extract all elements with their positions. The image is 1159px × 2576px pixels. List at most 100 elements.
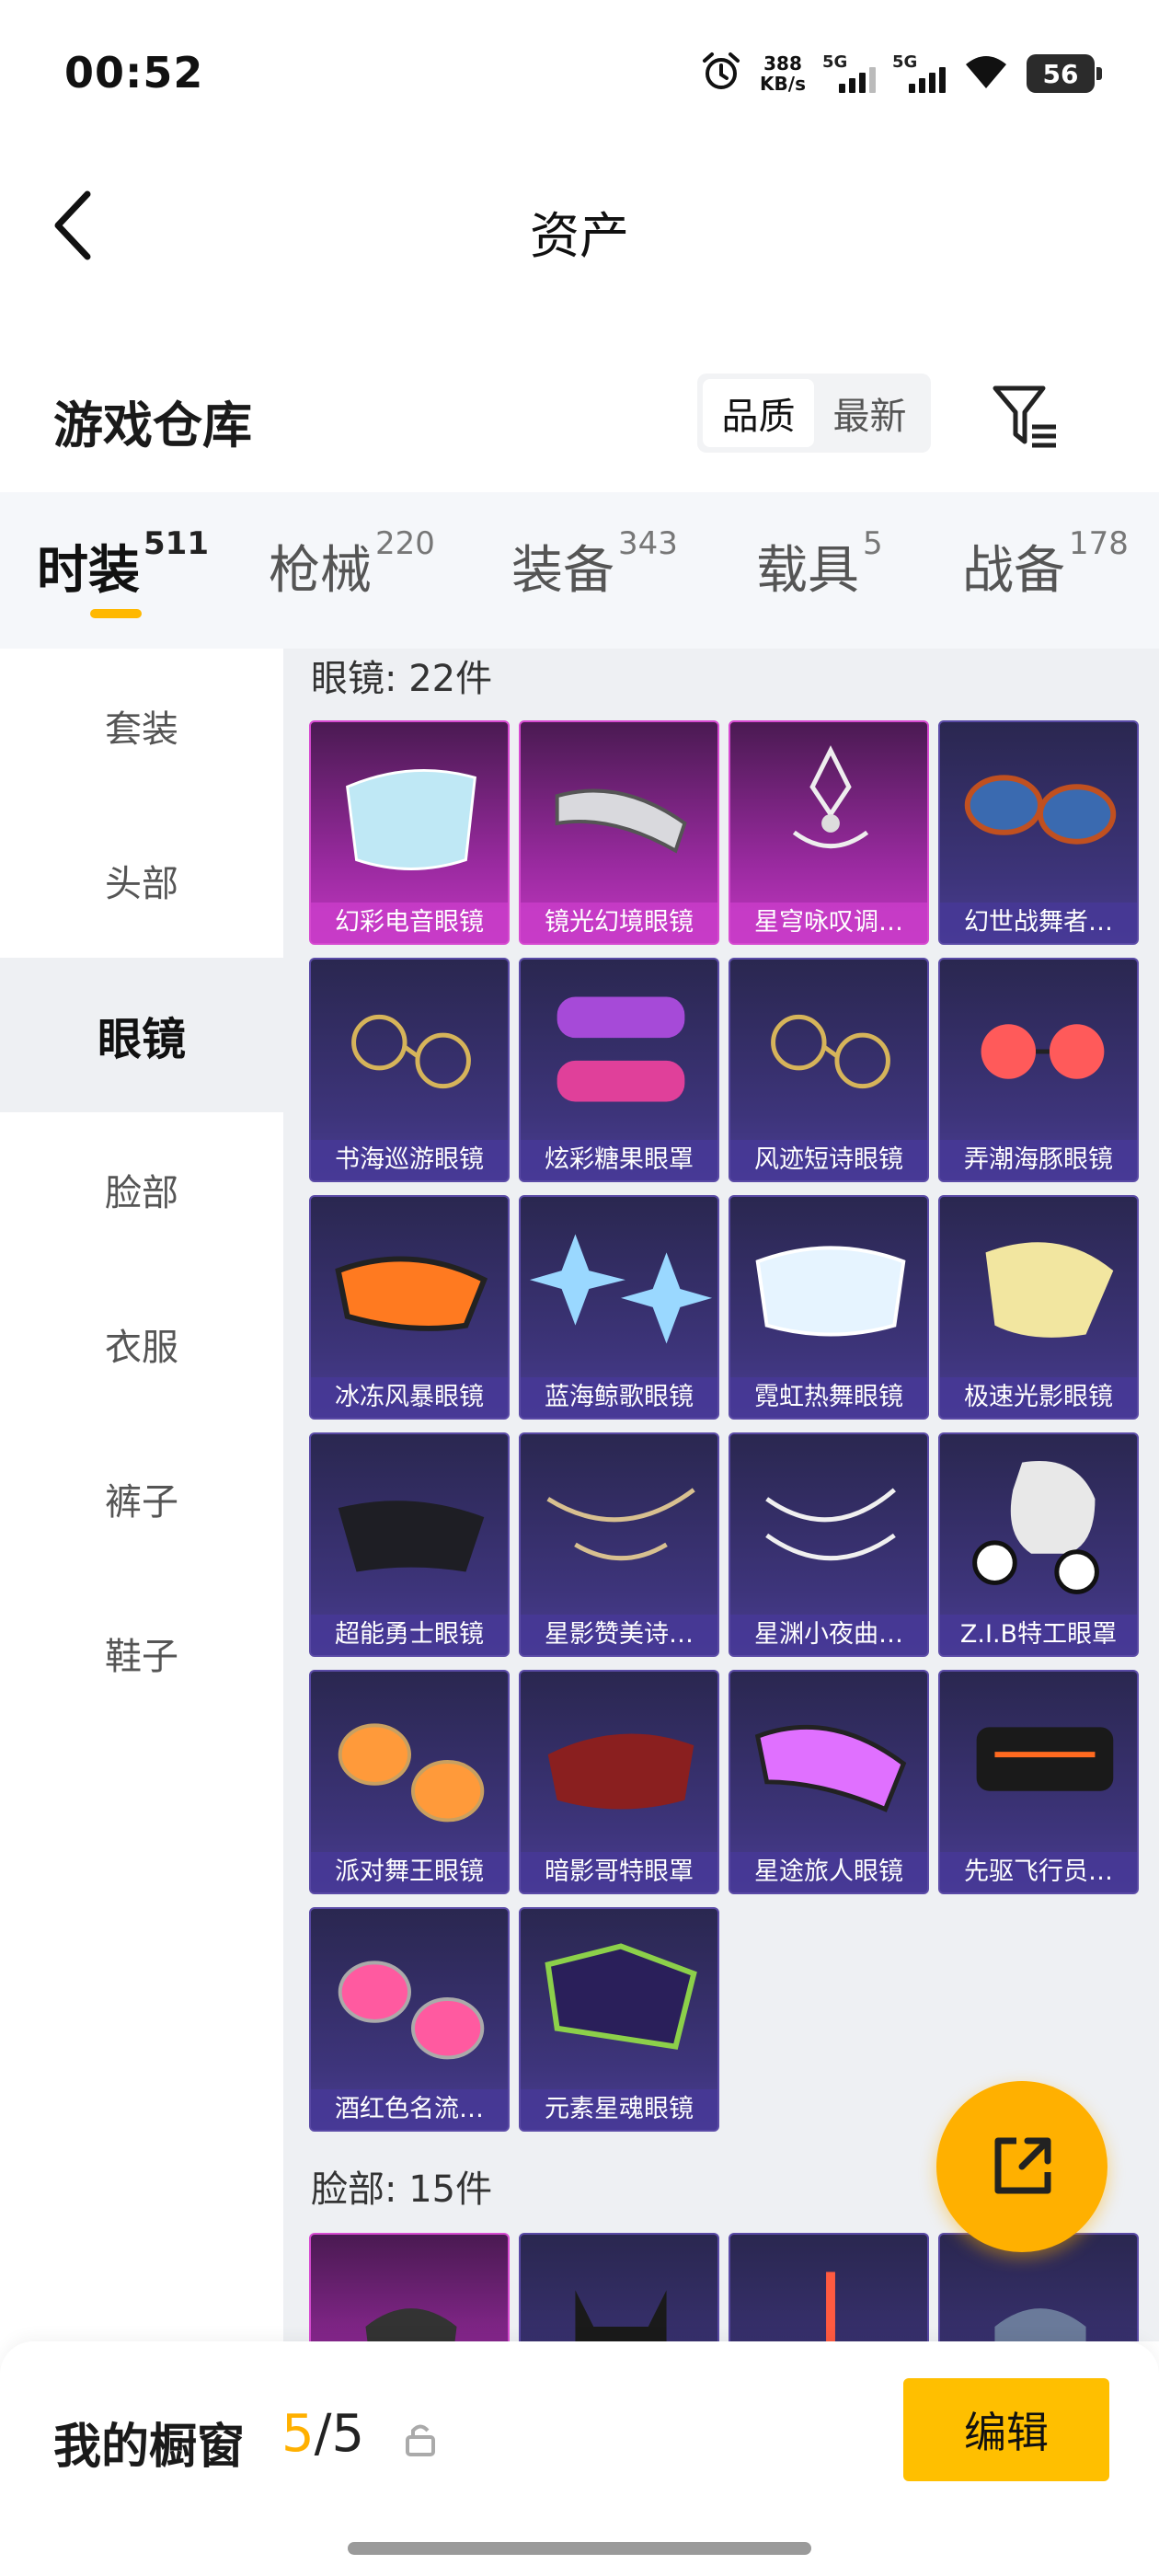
glasses-item-card[interactable]: 风迹短诗眼镜 [729,958,929,1182]
glasses-item-card[interactable]: 星渊小夜曲… [729,1432,929,1657]
sidebar-item-glasses[interactable]: 眼镜 [0,958,283,1112]
glasses-item-card[interactable]: 星影赞美诗… [519,1432,719,1657]
tab-equipment[interactable]: 装备 343 [511,525,678,604]
filter-button[interactable] [990,381,1063,451]
snorkel-icon [730,2235,927,2341]
glasses-item-card[interactable]: 暗影哥特眼罩 [519,1670,719,1894]
speed-unit: KB/s [760,73,806,95]
glasses-item-name: 幻彩电音眼镜 [311,903,508,943]
band-visor-icon [521,722,717,906]
glasses-item-name: 镜光幻境眼镜 [521,903,717,943]
glasses-item-name: 派对舞王眼镜 [311,1852,508,1892]
red-round-glasses-icon [940,960,1137,1144]
glasses-item-card[interactable]: 星穹咏叹调… [729,720,929,945]
section-label-glasses: 眼镜: 22件 [311,658,493,700]
pink-visor-icon [730,1672,927,1856]
sport-glasses-icon [311,1197,508,1381]
signal-5g-icon-2: 5G [892,51,946,97]
glasses-item-name: 超能勇士眼镜 [311,1615,508,1655]
blindfold-icon [521,1672,717,1856]
glasses-item-card[interactable]: 极速光影眼镜 [938,1195,1139,1420]
tab-active-indicator [90,609,142,618]
glasses-item-card[interactable]: 先驱飞行员… [938,1670,1139,1894]
clock: 00:52 [64,48,204,98]
tab-count: 220 [375,525,435,562]
glasses-item-name: 星渊小夜曲… [730,1615,927,1655]
sidebar-item-suits[interactable]: 套装 [0,649,283,803]
glasses-item-name: Z.I.B特工眼罩 [940,1615,1137,1655]
tab-count: 5 [863,525,883,562]
glasses-item-card[interactable]: 霓虹热舞眼镜 [729,1195,929,1420]
tab-label: 装备 [511,541,614,601]
sidebar-item-head[interactable]: 头部 [0,803,283,958]
glasses-item-card[interactable]: 炫彩糖果眼罩 [519,958,719,1182]
aviator-icon [311,1672,508,1856]
sidebar-item-shoes[interactable]: 鞋子 [0,1576,283,1731]
glasses-item-card[interactable]: 幻彩电音眼镜 [309,720,510,945]
edit-button[interactable]: 编辑 [903,2378,1109,2481]
glasses-item-card[interactable]: 元素星魂眼镜 [519,1907,719,2132]
glasses-item-card[interactable]: 镜光幻境眼镜 [519,720,719,945]
glasses-item-card[interactable]: 派对舞王眼镜 [309,1670,510,1894]
glasses-item-card[interactable]: 弄潮海豚眼镜 [938,958,1139,1182]
glasses-item-card[interactable]: 酒红色名流… [309,1907,510,2132]
warehouse-title: 游戏仓库 [53,397,252,454]
tab-label: 枪械 [269,541,372,601]
sidebar-item-face[interactable]: 脸部 [0,1112,283,1267]
status-icons: 388 KB/s 5G 5G 56 [699,46,1102,101]
sidebar-item-clothes[interactable]: 衣服 [0,1267,283,1421]
glasses-item-card[interactable]: Z.I.B特工眼罩 [938,1432,1139,1657]
glasses-item-card[interactable]: 蓝海鲸歌眼镜 [519,1195,719,1420]
glasses-item-card[interactable]: 幻世战舞者… [938,720,1139,945]
tab-guns[interactable]: 枪械 220 [269,525,435,604]
star-glasses-icon [521,1197,717,1381]
tab-count: 343 [618,525,678,562]
sidebar-item-pants[interactable]: 裤子 [0,1421,283,1576]
alarm-icon [699,50,743,98]
pilot-visor-icon [940,1672,1137,1856]
skull-mask-icon [940,1434,1137,1618]
sort-quality-button[interactable]: 品质 [703,379,814,447]
glasses-item-name: 星途旅人眼镜 [730,1852,927,1892]
tab-vehicles[interactable]: 载具 5 [756,525,883,604]
filter-icon [993,385,1056,448]
green-sunglasses-icon [521,1909,717,2093]
cat-mask-icon [521,2235,717,2341]
face-item-card[interactable] [729,2233,929,2341]
glasses-item-name: 风迹短诗眼镜 [730,1140,927,1180]
glasses-item-name: 霓虹热舞眼镜 [730,1377,927,1418]
tab-fashion[interactable]: 时装 511 [37,525,209,604]
glasses-item-name: 星穹咏叹调… [730,903,927,943]
tab-label: 时装 [37,541,140,601]
glasses-item-name: 蓝海鲸歌眼镜 [521,1377,717,1418]
glasses-item-name: 暗影哥特眼罩 [521,1852,717,1892]
glasses-item-name: 炫彩糖果眼罩 [521,1140,717,1180]
tab-count: 178 [1069,525,1129,562]
glasses-item-card[interactable]: 冰冻风暴眼镜 [309,1195,510,1420]
glasses-item-card[interactable]: 书海巡游眼镜 [309,958,510,1182]
sort-newest-button[interactable]: 最新 [814,379,925,447]
page-title: 资产 [530,207,629,265]
home-indicator[interactable] [348,2542,811,2555]
respirator-icon [311,2235,508,2341]
glasses-item-name: 幻世战舞者… [940,903,1137,943]
glasses-item-name: 冰冻风暴眼镜 [311,1377,508,1418]
goggles-icon [730,1197,927,1381]
battery-icon: 56 [1027,54,1102,93]
glasses-item-name: 酒红色名流… [311,2089,508,2130]
tab-gear[interactable]: 战备 178 [962,525,1129,604]
showcase-total: /5 [314,2404,365,2464]
face-item-card[interactable] [309,2233,510,2341]
showcase-count: 5/5 [281,2404,364,2464]
glasses-item-card[interactable]: 超能勇士眼镜 [309,1432,510,1657]
sunglasses-icon [940,722,1137,906]
share-button[interactable] [936,2081,1107,2252]
glasses-item-name: 星影赞美诗… [521,1615,717,1655]
glasses-item-card[interactable]: 星途旅人眼镜 [729,1670,929,1894]
speed-value: 388 [763,52,802,75]
glasses-item-name: 元素星魂眼镜 [521,2089,717,2130]
face-item-card[interactable] [519,2233,719,2341]
tab-label: 载具 [756,541,859,601]
lock-icon [405,2421,436,2457]
showcase-bar: 我的橱窗 5/5 编辑 [0,2341,1159,2576]
